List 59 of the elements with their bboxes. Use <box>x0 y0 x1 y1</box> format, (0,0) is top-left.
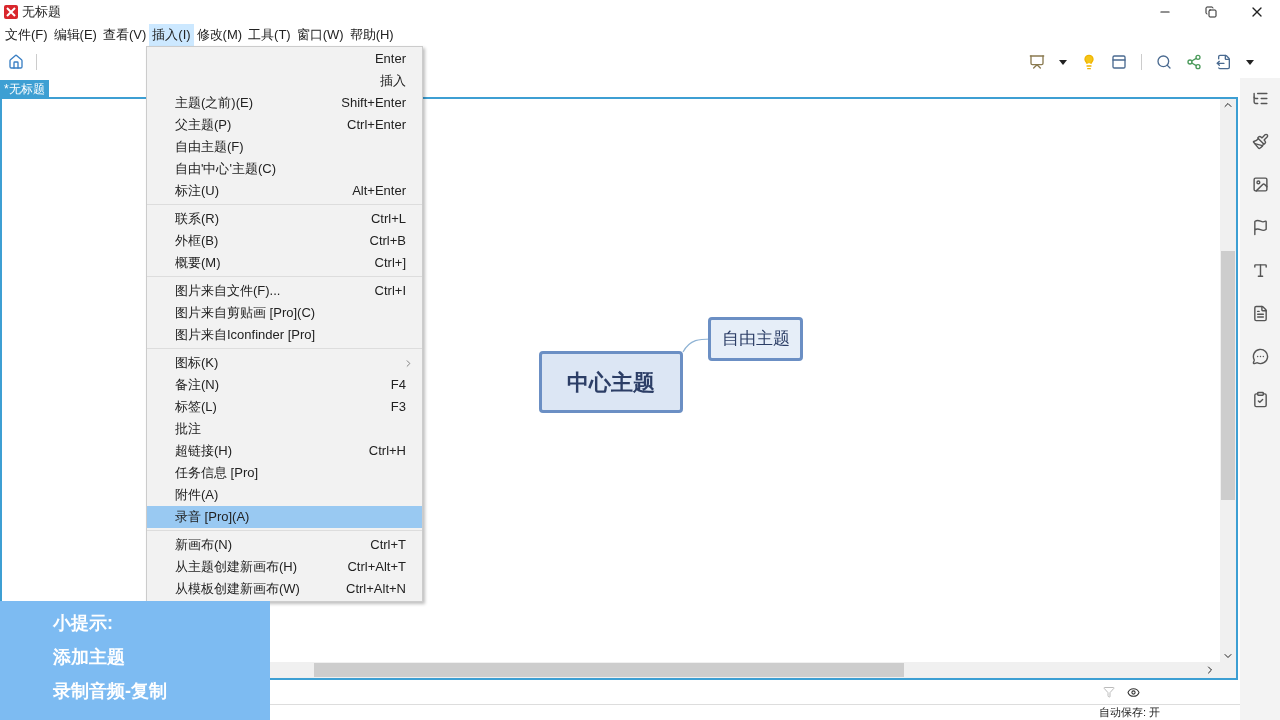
menu-item[interactable]: 自由主题(F) <box>147 136 422 158</box>
menu-item[interactable]: 外框(B) Ctrl+B <box>147 230 422 252</box>
tip-text: 录制音频-复制 <box>53 680 168 703</box>
menu-item[interactable]: 自由'中心'主题(C) <box>147 158 422 180</box>
eye-icon[interactable] <box>1127 685 1140 699</box>
menu-item[interactable]: 任务信息 [Pro] <box>147 462 422 484</box>
share-icon[interactable] <box>1186 54 1202 70</box>
vertical-scrollbar[interactable] <box>1220 99 1236 662</box>
menu-bar-item[interactable]: 插入(I) <box>149 24 194 46</box>
menu-bar-item[interactable]: 窗口(W) <box>293 24 347 46</box>
menu-bar-item[interactable]: 修改(M) <box>193 24 246 46</box>
menu-item[interactable]: 插入 <box>147 70 422 92</box>
caret-icon[interactable] <box>1059 59 1067 65</box>
menu-item[interactable]: 备注(N) F4 <box>147 374 422 396</box>
menu-item[interactable]: 概要(M) Ctrl+] <box>147 252 422 274</box>
menu-item[interactable]: 图片来自Iconfinder [Pro] <box>147 324 422 346</box>
tip-text: 添加主题 <box>53 646 126 669</box>
menu-bar-item[interactable]: 查看(V) <box>99 24 150 46</box>
search-icon[interactable] <box>1156 54 1172 70</box>
menu-item[interactable]: 父主题(P) Ctrl+Enter <box>147 114 422 136</box>
menu-item[interactable]: 录音 [Pro](A) <box>147 506 422 528</box>
menu-item[interactable]: 联系(R) Ctrl+L <box>147 208 422 230</box>
brush-icon[interactable] <box>1251 133 1269 150</box>
menu-item[interactable]: 从模板创建新画布(W) Ctrl+Alt+N <box>147 578 422 600</box>
central-topic[interactable]: 中心主题 <box>539 351 683 413</box>
menu-item[interactable]: 主题(之前)(E) Shift+Enter <box>147 92 422 114</box>
autosave-status: 自动保存: 开 <box>1098 705 1160 720</box>
menu-item[interactable]: 图片来自文件(F)... Ctrl+I <box>147 280 422 302</box>
menu-item[interactable]: 从主题创建新画布(H) Ctrl+Alt+T <box>147 556 422 578</box>
menu-bar-item[interactable]: 帮助(H) <box>346 24 397 46</box>
caret-icon[interactable] <box>1246 59 1254 65</box>
image-icon[interactable] <box>1251 176 1269 193</box>
menu-item[interactable]: 超链接(H) Ctrl+H <box>147 440 422 462</box>
menu-bar-item[interactable]: 文件(F) <box>2 24 51 46</box>
document-icon[interactable] <box>1251 305 1269 322</box>
app-logo-icon <box>4 5 18 19</box>
export-icon[interactable] <box>1216 54 1232 70</box>
menu-item[interactable]: 批注 <box>147 418 422 440</box>
home-icon[interactable] <box>8 54 24 70</box>
menu-item[interactable]: 标注(U) Alt+Enter <box>147 180 422 202</box>
comment-icon[interactable] <box>1251 348 1269 365</box>
flag-icon[interactable] <box>1251 219 1269 236</box>
clipboard-check-icon[interactable] <box>1251 391 1269 408</box>
menu-bar-item[interactable]: 编辑(E) <box>50 24 100 46</box>
floating-topic[interactable]: 自由主题 <box>708 317 803 361</box>
menu-item[interactable]: 标签(L) F3 <box>147 396 422 418</box>
menu-item[interactable]: Enter <box>147 48 422 70</box>
menu-item[interactable]: 图标(K) <box>147 352 422 374</box>
menu-bar-item[interactable]: 工具(T) <box>245 24 294 46</box>
menu-item[interactable]: 附件(A) <box>147 484 422 506</box>
presentation-icon[interactable] <box>1029 54 1045 70</box>
window-title: 无标题 <box>22 3 61 22</box>
text-icon[interactable] <box>1251 262 1269 279</box>
menu-item[interactable]: 新画布(N) Ctrl+T <box>147 534 422 556</box>
restore-icon <box>1205 6 1217 18</box>
outline-icon[interactable] <box>1251 90 1269 107</box>
panel-icon[interactable] <box>1111 54 1127 70</box>
tip-text: 小提示: <box>53 612 114 635</box>
menu-item[interactable]: 图片来自剪贴画 [Pro](C) <box>147 302 422 324</box>
